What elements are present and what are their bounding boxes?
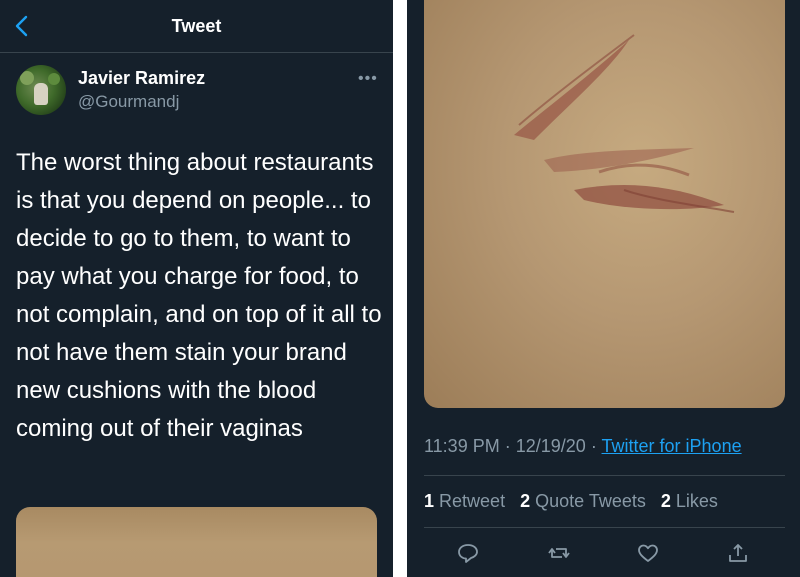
top-bar: Tweet — [0, 0, 393, 53]
author-name[interactable]: Javier Ramirez — [78, 68, 205, 89]
timestamp-row: 11:39 PM · 12/19/20 · Twitter for iPhone — [424, 436, 742, 457]
page-title: Tweet — [171, 16, 222, 36]
stats-row: 1 Retweet 2 Quote Tweets 2 Likes — [424, 491, 718, 512]
avatar[interactable] — [16, 65, 66, 115]
tweet-image[interactable] — [424, 0, 785, 408]
tweet-text: The worst thing about restaurants is tha… — [16, 149, 382, 442]
likes-stat[interactable]: 2 Likes — [661, 491, 718, 511]
more-dots-icon[interactable]: ••• — [358, 70, 378, 88]
separator-dot: · — [590, 436, 597, 456]
tweet-date: 12/19/20 — [515, 436, 586, 456]
retweet-icon[interactable] — [547, 542, 571, 564]
retweets-stat[interactable]: 1 Retweet — [424, 491, 505, 511]
tweet-panel-left: Tweet Javier Ramirez @Gourmandj ••• The … — [0, 0, 393, 577]
reply-icon[interactable] — [456, 542, 480, 564]
author-handle[interactable]: @Gourmandj — [78, 92, 179, 112]
divider — [424, 527, 785, 528]
separator-dot: · — [504, 436, 511, 456]
tweet-time: 11:39 PM — [424, 436, 500, 456]
quote-tweets-stat[interactable]: 2 Quote Tweets — [520, 491, 646, 511]
tweet-image-top[interactable] — [16, 507, 377, 577]
share-icon[interactable] — [726, 542, 750, 564]
heart-icon[interactable] — [636, 542, 660, 564]
source-link[interactable]: Twitter for iPhone — [602, 436, 742, 456]
divider — [424, 475, 785, 476]
